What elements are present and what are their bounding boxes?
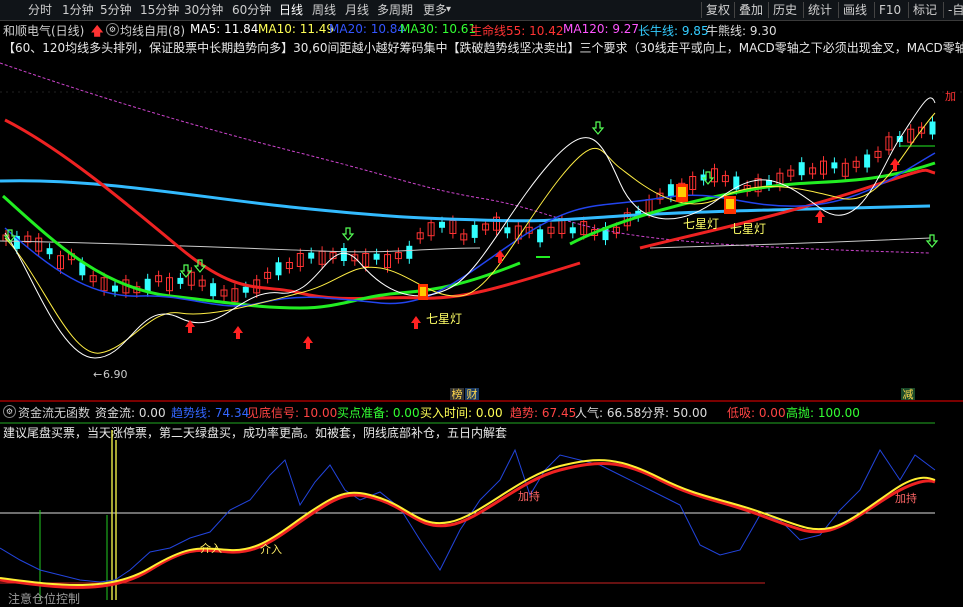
ma5-line	[4, 97, 936, 359]
buy-arrow-icon	[495, 250, 505, 263]
trend-yellow-line	[0, 459, 936, 587]
pattern-label-1: 七星灯	[426, 312, 462, 326]
kline-chart[interactable]: ← 6.90 七星灯 七星灯 七星灯 加	[0, 58, 963, 400]
hold-label-2: 加持	[895, 491, 917, 505]
ma5-value: MA5: 11.84	[190, 22, 259, 36]
panel-divider[interactable]	[0, 400, 963, 402]
ma10-value: MA10: 11.49	[258, 22, 335, 36]
popularity-value: 人气: 66.58	[575, 406, 642, 420]
indicator-row: ⚙ 资金流无函数 资金流: 0.00 趋势线: 74.34 见底信号: 10.0…	[0, 404, 963, 420]
sell-arrow-icon	[591, 121, 605, 135]
strategy-notice: 【60、120均线多头排列，保证股票中长期趋势向多】30,60间距越小越好筹码集…	[3, 41, 963, 55]
lantern-marker-core	[678, 187, 686, 197]
svg-text:加: 加	[945, 90, 956, 103]
buy-time-value: 买入时间: 0.00	[420, 406, 503, 420]
high-sell-value: 高抛: 100.00	[786, 406, 860, 420]
long-bull-value: 长牛线: 9.85	[638, 24, 709, 38]
period-tabs	[0, 0, 963, 20]
buy-prepare-value: 买点准备: 0.00	[337, 406, 420, 420]
bottom-signal-value: 见底信号: 10.00	[247, 406, 338, 420]
life-line-value: 生命线55: 10.42	[470, 24, 564, 38]
trend-red-line	[0, 462, 936, 589]
fund-flow-value: 资金流: 0.00	[95, 406, 166, 420]
enter-label-1: 介入	[200, 542, 222, 555]
buy-arrow-icon	[815, 210, 825, 223]
buy-arrow-icon	[233, 326, 243, 339]
bull-bear-value: 牛熊线: 9.30	[706, 24, 777, 38]
trend-value: 趋势: 67.45	[510, 406, 577, 420]
boundary-value: 分界: 50.00	[641, 406, 708, 420]
settings-icon[interactable]: ⚙	[106, 23, 119, 36]
lantern-marker-core	[420, 287, 426, 296]
buy-arrow-icon	[411, 316, 421, 329]
ma-indicator-name[interactable]: 均线自用(8)	[120, 22, 185, 39]
indicator-settings-icon[interactable]: ⚙	[3, 405, 16, 418]
bull-bear-line-2	[649, 237, 931, 249]
ma10-line	[4, 112, 936, 354]
ma30-value: MA30: 10.61	[400, 22, 477, 36]
stock-title-2: 和顺电气(日线)	[3, 24, 85, 38]
ma-row: 和顺电气(日线) 🡅 ⚙ 均线自用(8) MA5: 11.84 MA10: 11…	[0, 21, 963, 39]
sell-arrow-icon	[925, 234, 939, 248]
enter-label-2: 介入	[260, 543, 282, 556]
pattern-label-3: 七星灯	[730, 222, 766, 236]
trend-line-value: 趋势线: 74.34	[171, 406, 250, 420]
low-price-label: ←	[93, 368, 102, 381]
sell-arrow-icon	[179, 264, 193, 278]
buy-arrow-icon	[890, 158, 900, 171]
pattern-label-2: 七星灯	[683, 217, 719, 231]
hold-label-1: 加持	[518, 489, 540, 503]
indicator-chart[interactable]: 加持 加持 介入 介入	[0, 420, 963, 605]
ma120-value: MA120: 9.27	[563, 22, 640, 36]
lantern-marker-core	[726, 199, 734, 209]
buy-arrow-icon	[303, 336, 313, 349]
sell-arrow-icon	[341, 227, 355, 241]
indicator-name[interactable]: 资金流无函数	[18, 404, 90, 421]
position-control-tip: 注意仓位控制	[8, 592, 81, 606]
low-buy-value: 低吸: 0.00	[727, 406, 786, 420]
ma20-value: MA20: 10.84	[329, 22, 406, 36]
ma20-line	[4, 152, 936, 307]
low-price-value: 6.90	[103, 368, 128, 381]
